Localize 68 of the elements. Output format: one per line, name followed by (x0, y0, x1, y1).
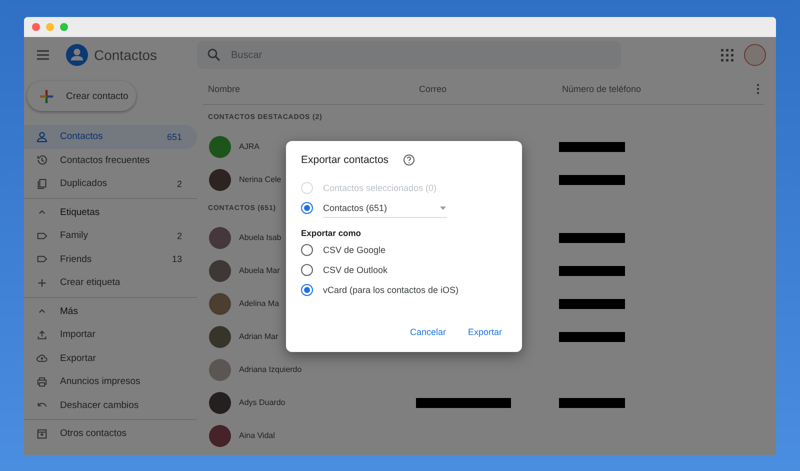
clock-icon (36, 154, 48, 166)
contact-name: Abuela Isab (239, 233, 282, 242)
person-logo-icon (66, 44, 88, 66)
contact-name: Aina Vidal (239, 431, 275, 440)
window-control-button[interactable] (60, 23, 68, 31)
section-label: Exportar como (301, 228, 362, 238)
avatar-photo-placeholder (209, 424, 231, 446)
upload-icon (36, 328, 48, 341)
create-contact-button[interactable]: Crear contacto (27, 81, 136, 111)
radio-button[interactable] (301, 244, 313, 256)
help-icon[interactable] (402, 154, 415, 166)
dialog-button[interactable]: Cancelar (404, 322, 452, 342)
search-field[interactable]: Buscar (197, 41, 621, 69)
menu-icon[interactable] (36, 48, 50, 62)
plus-icon (39, 88, 54, 104)
sidebar-item[interactable]: Contactos 651 (24, 125, 197, 148)
avatar-photo-placeholder (209, 292, 231, 314)
avatar-photo-placeholder (209, 392, 231, 414)
account-avatar[interactable] (744, 44, 766, 66)
sidebar-section-header[interactable]: Más (24, 300, 197, 323)
sidebar-item[interactable]: Friends 13 (24, 248, 197, 271)
cloud-icon (36, 352, 48, 364)
column-header: Correo (419, 84, 448, 94)
sidebar-item[interactable]: Duplicados 2 (24, 172, 197, 196)
sidebar-item[interactable]: Deshacer cambios (24, 394, 197, 417)
person-icon (36, 130, 48, 143)
avatar-photo-placeholder (209, 326, 231, 348)
column-header: Nombre (208, 84, 242, 94)
sidebar-item[interactable]: Anuncios impresos (24, 370, 197, 394)
option-label: CSV de Google (323, 245, 386, 255)
sidebar-item[interactable]: Crear etiqueta (24, 271, 197, 294)
sidebar-item[interactable]: Family 2 (24, 224, 197, 248)
contact-name: Abuela Mar (239, 266, 280, 275)
dropdown-caret-icon (439, 204, 447, 212)
option-label: Contactos seleccionados (0) (323, 183, 437, 193)
option-label: vCard (para los contactos de iOS) (323, 285, 459, 295)
avatar-photo-placeholder (209, 168, 231, 190)
inbox-icon (36, 428, 48, 440)
apps-grid-icon[interactable] (720, 48, 734, 62)
avatar-photo-placeholder (209, 136, 231, 158)
contact-name: AJRA (239, 142, 260, 151)
sidebar-item[interactable]: Otros contactos (24, 422, 197, 446)
sidebar-item[interactable]: Exportar (24, 346, 197, 370)
window-control-button[interactable] (32, 23, 40, 31)
copy-icon (36, 178, 48, 190)
sidebar-section-header[interactable]: Etiquetas (24, 200, 197, 224)
contact-name: Nerina Cele (239, 175, 282, 184)
dialog-title: Exportar contactos (301, 154, 389, 166)
contacts-dropdown[interactable]: Contactos (651) (323, 198, 447, 218)
avatar-photo-placeholder (209, 358, 231, 380)
sidebar-item[interactable]: Importar (24, 323, 197, 346)
plus-icon (36, 276, 48, 289)
radio-button[interactable] (301, 264, 313, 276)
sidebar-item[interactable]: Contactos frecuentes (24, 148, 197, 172)
column-header: Número de teléfono (562, 84, 642, 94)
radio-button[interactable] (301, 284, 313, 296)
contact-name: Adriana Izquierdo (239, 365, 302, 374)
radio-button[interactable] (301, 202, 313, 214)
dialog-button[interactable]: Exportar (462, 322, 508, 342)
option-label: CSV de Outlook (323, 265, 388, 275)
printer-icon (36, 376, 48, 388)
avatar-photo-placeholder (209, 226, 231, 248)
app-title: Contactos (94, 47, 158, 63)
contact-name: Adrian Mar (239, 332, 278, 341)
search-icon (207, 48, 221, 62)
contact-name: Adelina Ma (239, 299, 280, 308)
avatar-photo-placeholder (209, 260, 231, 282)
contact-name: Adys Duardo (239, 398, 286, 407)
